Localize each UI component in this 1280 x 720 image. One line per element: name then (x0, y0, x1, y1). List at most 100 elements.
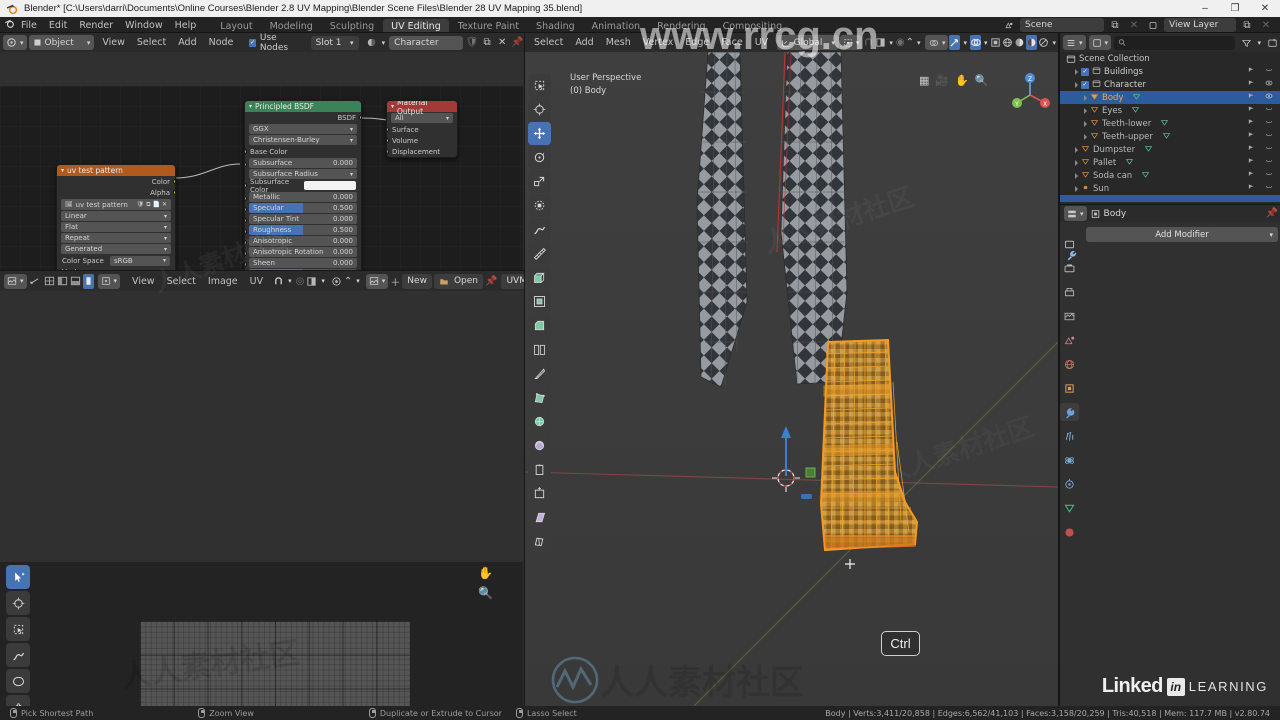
restrict-select-icon[interactable] (1247, 170, 1256, 181)
mesh-data-icon[interactable] (1131, 105, 1140, 117)
mesh-data-icon[interactable] (1125, 157, 1134, 169)
uv-face-select-icon[interactable] (70, 274, 81, 289)
restrict-select-icon[interactable] (1247, 105, 1256, 116)
scale-tool[interactable] (528, 170, 551, 193)
outliner-item-dumpster[interactable]: Dumpster (1060, 143, 1280, 156)
node-field[interactable]: Roughness 0.500 (249, 225, 357, 235)
uv-proportional-icon[interactable]: ◎ (296, 274, 305, 289)
outliner-editor-type-selector[interactable]: ▾ (1063, 35, 1086, 50)
node-field[interactable]: Anisotropic 0.000 (249, 236, 357, 246)
transform-tool[interactable] (528, 194, 551, 217)
disclosure-triangle-icon[interactable] (1084, 107, 1087, 114)
outliner-new-collection-icon[interactable] (1264, 35, 1280, 50)
restrict-select-icon[interactable] (1247, 144, 1256, 155)
collection-checkbox[interactable]: ✓ (1081, 67, 1089, 76)
properties-physics-tab[interactable] (1060, 451, 1079, 469)
viewport-overlays-selector[interactable]: ▾ (924, 35, 949, 50)
shrink-fatten-tool[interactable] (528, 482, 551, 505)
shading-material-preview-icon[interactable] (1026, 35, 1038, 50)
node-field[interactable]: Sheen 0.000 (249, 258, 357, 268)
node-socket[interactable] (245, 218, 247, 223)
properties-viewlayer-tab[interactable] (1060, 307, 1079, 325)
viewport-menu-uv[interactable]: UV (749, 35, 774, 50)
node-socket[interactable] (173, 179, 175, 184)
disclosure-triangle-icon[interactable] (1084, 94, 1087, 101)
uv-menu-select[interactable]: Select (161, 274, 202, 289)
outliner-item-eyes[interactable]: Eyes (1060, 104, 1280, 117)
restrict-select-icon[interactable] (1247, 118, 1256, 129)
viewport-menu-select[interactable]: Select (528, 35, 569, 50)
toggle-camera-icon[interactable]: 🎥 (935, 74, 949, 87)
disclosure-triangle-icon[interactable] (1084, 120, 1087, 127)
uv-proportional-falloff-icon[interactable] (306, 274, 317, 289)
outliner-search-input[interactable] (1129, 38, 1232, 47)
node-socket[interactable] (173, 190, 175, 195)
spin-tool[interactable] (528, 410, 551, 433)
node-socket[interactable] (245, 251, 247, 256)
uv-pivot-selector[interactable]: ▾ (97, 273, 121, 289)
node-field[interactable]: Subsurface 0.000 (249, 158, 357, 168)
snap-magnet-icon[interactable] (863, 35, 874, 50)
properties-particles-tab[interactable] (1060, 427, 1079, 445)
transform-orientation-selector[interactable]: Global ▾ (776, 35, 839, 50)
disclosure-triangle-icon[interactable] (1075, 185, 1078, 192)
image-new-button[interactable]: New (402, 273, 432, 289)
proportional-falloff-icon[interactable]: ⌃ (906, 35, 914, 50)
properties-pin-icon[interactable]: 📌 (1264, 206, 1280, 221)
image-browse-selector[interactable]: ▾ (365, 273, 389, 289)
restrict-select-icon[interactable] (1247, 131, 1256, 142)
node-dropdown[interactable]: Linear ▾ (61, 211, 171, 221)
outliner-item-teeth-upper[interactable]: Teeth-upper (1060, 130, 1280, 143)
disclosure-triangle-icon[interactable] (1075, 159, 1078, 166)
workspace-tab-sculpting[interactable]: Sculpting (322, 19, 382, 34)
restrict-view-icon[interactable] (1264, 105, 1274, 116)
mesh-data-icon[interactable] (1141, 170, 1150, 182)
extrude-region-tool[interactable] (528, 266, 551, 289)
workspace-tab-rendering[interactable]: Rendering (649, 19, 714, 34)
node-socket[interactable] (245, 229, 247, 234)
uv-menu-image[interactable]: Image (202, 274, 244, 289)
toggle-perspective-icon[interactable]: ▦ (919, 74, 929, 87)
select-box-tool[interactable] (528, 74, 551, 97)
restrict-view-icon[interactable] (1264, 66, 1274, 77)
uv-sync-selection-icon[interactable] (29, 274, 40, 289)
uv-pan-icon[interactable]: ✋ (478, 566, 493, 580)
restrict-view-icon[interactable] (1264, 157, 1274, 168)
restrict-select-icon[interactable] (1247, 157, 1256, 168)
properties-scene-tab[interactable] (1060, 331, 1079, 349)
uv-menu-view[interactable]: View (126, 274, 161, 289)
node-field[interactable]: Specular 0.500 (249, 203, 357, 213)
outliner-item-buildings[interactable]: ✓ Buildings (1060, 65, 1280, 78)
outliner-root-row[interactable]: Scene Collection (1060, 52, 1280, 65)
node-socket[interactable] (359, 115, 361, 120)
outliner-item-character[interactable]: ✓ Character (1060, 78, 1280, 91)
shader-type-selector[interactable]: Object ▾ (28, 35, 95, 50)
outliner-item-pallet[interactable]: Pallet (1060, 156, 1280, 169)
zoom-view-icon[interactable]: 🔍 (975, 74, 989, 87)
mesh-data-icon[interactable] (1160, 118, 1169, 130)
restrict-select-icon[interactable] (1247, 183, 1256, 194)
axis-gizmo[interactable]: Z X Y (1005, 70, 1055, 120)
material-slot-selector[interactable]: Slot 1 ▾ (310, 35, 359, 50)
lasso-tool[interactable] (6, 669, 30, 693)
node-socket[interactable] (245, 262, 247, 267)
viewport-canvas[interactable]: User Perspective (0) Body ▦ 🎥 ✋ 🔍 Z X Y (525, 52, 1058, 710)
viewport-menu-edge[interactable]: Edge (679, 35, 715, 50)
scene-field[interactable]: Scene (1020, 18, 1104, 32)
uvmap-field[interactable]: UVMap (501, 273, 524, 289)
new-viewlayer-icon[interactable]: ⧉ (1239, 18, 1255, 33)
outliner-item-body[interactable]: Body (1060, 91, 1280, 104)
pivot-point-selector[interactable]: ▾ (839, 35, 863, 50)
edge-slide-tool[interactable] (528, 458, 551, 481)
unlink-material-icon[interactable]: ✕ (496, 35, 509, 50)
loop-cut-tool[interactable] (528, 338, 551, 361)
uv-island-select-icon[interactable] (82, 273, 94, 289)
disclosure-triangle-icon[interactable] (1075, 68, 1078, 75)
node-socket[interactable] (245, 183, 247, 188)
cursor-tool[interactable] (6, 591, 30, 615)
uv-editor-type-selector[interactable]: ▾ (4, 273, 27, 289)
new-scene-icon[interactable]: ⧉ (1107, 18, 1123, 33)
pin-icon[interactable]: 📌 (511, 35, 524, 50)
smooth-tool[interactable] (528, 434, 551, 457)
workspace-tab-texture-paint[interactable]: Texture Paint (450, 19, 527, 34)
